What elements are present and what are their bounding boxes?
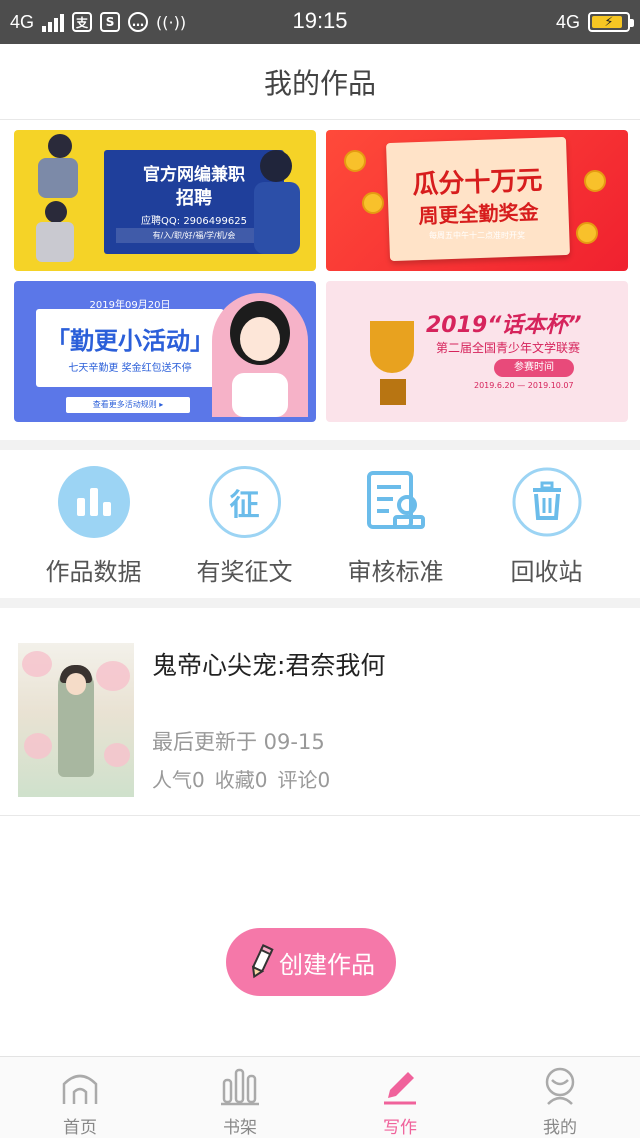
pencil-icon — [251, 944, 274, 979]
shortcut-label: 审核标准 — [347, 558, 444, 586]
shortcut-row: 作品数据 征 有奖征文 审核标准 回收站 — [0, 450, 640, 598]
trophy-base — [380, 379, 406, 405]
shortcut-review-standard[interactable]: 审核标准 — [331, 450, 461, 598]
banner-contest[interactable]: 2019“话本杯” 第二届全国青少年文学联赛 参赛时间 2019.6.20 — … — [326, 281, 628, 422]
section-divider — [0, 440, 640, 450]
work-favorites: 收藏0 — [214, 768, 268, 792]
tab-label: 书架 — [223, 1118, 257, 1138]
work-last-update: 最后更新于 09-15 — [152, 730, 325, 754]
activity-title: 「勤更小活动」 — [46, 327, 214, 355]
shortcut-label: 回收站 — [510, 558, 583, 586]
bonus-note: 每周五中午十二点准时开奖 — [429, 231, 525, 240]
work-title: 鬼帝心尖宠:君奈我何 — [152, 651, 386, 680]
activity-slogan: 七天辛勤更 奖金红包送不停 — [68, 363, 192, 374]
trash-icon — [512, 467, 581, 537]
bottom-tab-bar: 首页 书架 写作 我的 — [0, 1056, 640, 1138]
shortcut-work-data[interactable]: 作品数据 — [29, 450, 159, 598]
bonus-envelope: 瓜分十万元 周更全勤奖金 — [385, 136, 571, 262]
girl-illustration — [212, 293, 308, 417]
work-comments: 评论0 — [277, 768, 331, 792]
bar-chart-icon — [57, 466, 130, 538]
work-cover-image — [18, 643, 134, 797]
person-illustration-left — [36, 134, 78, 262]
tab-home[interactable]: 首页 — [0, 1057, 160, 1138]
status-right-group: 4G ⚡ — [555, 8, 634, 36]
shortcut-recycle-bin[interactable]: 回收站 — [482, 450, 612, 598]
coin-icon — [584, 170, 606, 192]
review-document-icon — [366, 471, 425, 529]
contest-subtitle: 第二届全国青少年文学联赛 — [436, 341, 581, 355]
tab-write[interactable]: 写作 — [320, 1057, 480, 1138]
activity-card: 2019年09月20日 「勤更小活动」 七天辛勤更 奖金红包送不停 — [36, 300, 224, 387]
home-icon — [62, 1074, 98, 1104]
shortcut-label: 作品数据 — [45, 558, 142, 586]
section-divider — [0, 598, 640, 608]
create-work-button[interactable]: 创建作品 — [226, 928, 396, 996]
tab-bookshelf[interactable]: 书架 — [160, 1057, 320, 1138]
banner-recruit[interactable]: 官方网编兼职 招聘 应聘QQ: 2906499625 有/入/职/好/福/学/机… — [14, 130, 316, 271]
girl-figure — [230, 301, 290, 417]
zheng-badge-icon: 征 — [208, 466, 281, 538]
shortcut-label: 有奖征文 — [196, 558, 293, 586]
coin-icon — [362, 192, 384, 214]
banner-activity[interactable]: 2019年09月20日 「勤更小活动」 七天辛勤更 奖金红包送不停 查看更多活动… — [14, 281, 316, 422]
contest-tag: 参赛时间 — [494, 359, 574, 377]
pencil-icon — [384, 1072, 416, 1105]
activity-more-link[interactable]: 查看更多活动规则 ▸ — [66, 397, 190, 413]
network-type-right: 4G — [555, 11, 580, 32]
bookshelf-icon — [221, 1068, 259, 1106]
contest-title: 2019“话本杯” — [426, 313, 582, 338]
work-popularity: 人气0 — [152, 768, 205, 792]
create-work-label: 创建作品 — [279, 950, 375, 979]
work-stats: 人气0 收藏0 评论0 — [152, 764, 330, 793]
work-list-item[interactable]: 鬼帝心尖宠:君奈我何 最后更新于 09-15 人气0 收藏0 评论0 — [0, 608, 640, 816]
title-bar: 我的作品 — [0, 44, 640, 120]
shortcut-contest[interactable]: 征 有奖征文 — [180, 450, 310, 598]
clock: 19:15 — [292, 8, 348, 33]
page-title: 我的作品 — [263, 66, 376, 100]
person-illustration-right — [254, 150, 300, 254]
profile-icon — [545, 1067, 575, 1105]
battery-icon: ⚡ — [588, 12, 634, 32]
status-bar: 4G 支 S … ((·)) 19:15 4G ⚡ — [0, 0, 640, 44]
contest-dates: 2019.6.20 — 2019.10.07 — [474, 381, 574, 390]
tab-label: 写作 — [383, 1118, 417, 1138]
trophy-icon — [370, 321, 414, 373]
tab-profile[interactable]: 我的 — [480, 1057, 640, 1138]
tab-label: 我的 — [543, 1118, 577, 1138]
bonus-subtitle: 周更全勤奖金 — [418, 199, 539, 229]
activity-date: 2019年09月20日 — [89, 300, 171, 311]
tab-label: 首页 — [63, 1118, 97, 1138]
banner-grid: 官方网编兼职 招聘 应聘QQ: 2906499625 有/入/职/好/福/学/机… — [14, 130, 628, 422]
banner-bonus[interactable]: 瓜分十万元 周更全勤奖金 每周五中午十二点准时开奖 — [326, 130, 628, 271]
coin-icon — [344, 150, 366, 172]
